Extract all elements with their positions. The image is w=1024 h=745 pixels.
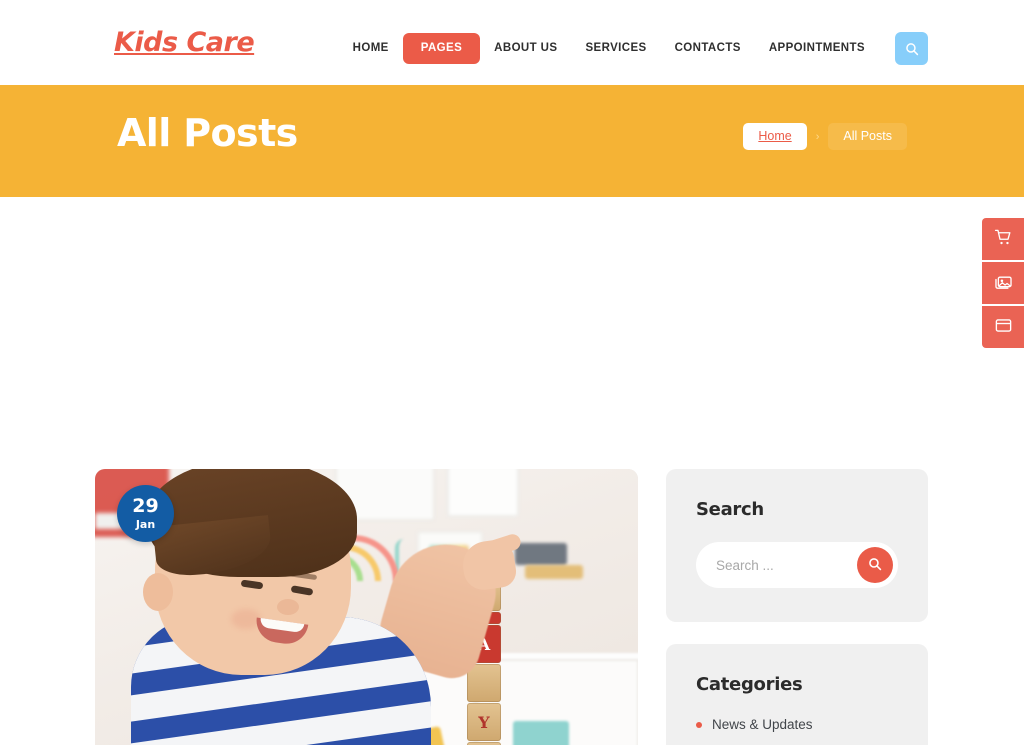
site-header: Kids Care HOME PAGES ABOUT US SERVICES C… [0,0,1024,85]
widget-search: Search [666,469,928,622]
nav-item-services[interactable]: SERVICES [571,34,660,64]
widget-search-title: Search [696,499,764,520]
breadcrumb-current: All Posts [828,123,907,150]
search-icon [905,42,919,56]
categories-list: News & Updates Playrooms Programs Storyt… [696,717,898,745]
widget-categories-title: Categories [696,674,803,695]
main-navigation: HOME PAGES ABOUT US SERVICES CONTACTS AP… [339,32,928,65]
post-featured-image[interactable]: 2 A Y [95,469,638,745]
floating-gallery-button[interactable] [982,262,1024,304]
page-title: All Posts [117,111,298,155]
nav-item-appointments[interactable]: APPOINTMENTS [755,34,879,64]
floating-cart-button[interactable] [982,218,1024,260]
floating-window-button[interactable] [982,306,1024,348]
post-article: 2 A Y [95,469,638,745]
sidebar: Search Categories [666,469,928,745]
search-box[interactable] [696,542,898,588]
nav-item-contacts[interactable]: CONTACTS [661,34,755,64]
playroom-photo: 2 A Y [95,469,638,745]
category-link-news-updates[interactable]: News & Updates [712,717,813,732]
nav-item-about-us[interactable]: ABOUT US [480,34,571,64]
search-submit-button[interactable] [857,547,893,583]
widget-categories: Categories News & Updates Playrooms Prog… [666,644,928,745]
post-date-month: Jan [135,518,156,531]
post-date-day: 29 [132,495,159,517]
breadcrumb-home[interactable]: Home [743,123,807,150]
gallery-image-icon [994,272,1013,294]
search-input[interactable] [716,557,856,573]
nav-item-pages[interactable]: PAGES [402,32,481,65]
browser-window-icon [994,316,1013,338]
header-search-button[interactable] [895,32,928,65]
page-banner: All Posts Home › All Posts [0,85,1024,197]
nav-item-home[interactable]: HOME [339,34,403,64]
breadcrumb: Home › All Posts [743,123,907,150]
main-content: 2 A Y [0,197,1024,745]
bullet-icon [696,721,702,728]
shopping-cart-icon [994,228,1013,250]
chevron-right-icon: › [815,130,820,143]
block-y: Y [467,703,501,741]
list-item[interactable]: News & Updates [696,717,898,732]
search-icon [868,557,882,574]
site-logo[interactable]: Kids Care [114,29,255,56]
post-date-badge: 29 Jan [117,485,174,542]
floating-action-rail [982,218,1024,348]
